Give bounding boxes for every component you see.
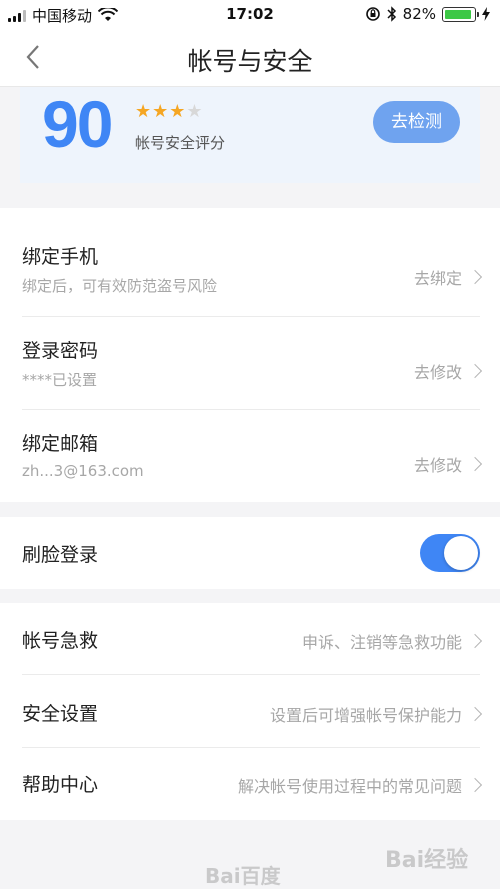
action-label: 去修改 bbox=[413, 456, 462, 475]
bluetooth-icon bbox=[387, 6, 396, 22]
help-center-row[interactable]: 帮助中心 解决帐号使用过程中的常见问题 bbox=[22, 770, 483, 797]
bind-phone-row[interactable]: 绑定手机 绑定后，可有效防范盗号风险 去绑定 bbox=[22, 242, 483, 296]
divider bbox=[22, 409, 480, 410]
row-action[interactable]: 解决帐号使用过程中的常见问题 bbox=[237, 773, 483, 797]
chevron-right-icon bbox=[467, 777, 483, 793]
chevron-right-icon bbox=[467, 269, 483, 285]
battery-icon bbox=[442, 6, 479, 22]
row-action[interactable]: 申诉、注销等急救功能 bbox=[301, 629, 483, 653]
status-right: 82% bbox=[365, 5, 490, 23]
charging-icon bbox=[482, 7, 490, 21]
battery-percent: 82% bbox=[402, 5, 436, 23]
chevron-right-icon bbox=[467, 633, 483, 649]
row-title: 绑定手机 bbox=[22, 246, 99, 268]
security-score: 90 bbox=[42, 87, 113, 161]
rotation-lock-icon bbox=[365, 7, 380, 21]
check-button[interactable]: 去检测 bbox=[373, 101, 460, 143]
toggle-knob bbox=[444, 536, 478, 570]
security-settings-row[interactable]: 安全设置 设置后可增强帐号保护能力 bbox=[22, 699, 483, 726]
row-subtitle: zh...3@163.com bbox=[22, 462, 144, 480]
star-rating: ★ ★ ★ ★ bbox=[135, 101, 203, 122]
star-icon: ★ bbox=[135, 101, 152, 122]
row-action[interactable]: 去修改 bbox=[413, 452, 483, 476]
star-empty-icon: ★ bbox=[186, 101, 203, 122]
chevron-right-icon bbox=[467, 456, 483, 472]
action-label: 去修改 bbox=[413, 363, 462, 382]
chevron-right-icon bbox=[467, 363, 483, 379]
face-login-toggle[interactable] bbox=[420, 534, 480, 572]
baidu-watermark: Bai百度 bbox=[205, 864, 281, 888]
chevron-right-icon bbox=[467, 706, 483, 722]
row-action[interactable]: 去修改 bbox=[413, 359, 483, 383]
row-subtitle: ****已设置 bbox=[22, 371, 98, 389]
divider bbox=[22, 674, 480, 675]
page-title: 帐号与安全 bbox=[187, 47, 313, 76]
row-title: 登录密码 bbox=[22, 340, 99, 362]
divider bbox=[22, 747, 480, 748]
account-rescue-row[interactable]: 帐号急救 申诉、注销等急救功能 bbox=[22, 626, 483, 653]
row-description: 设置后可增强帐号保护能力 bbox=[269, 706, 462, 725]
row-title: 绑定邮箱 bbox=[22, 433, 99, 455]
row-title: 刷脸登录 bbox=[22, 544, 99, 566]
row-description: 解决帐号使用过程中的常见问题 bbox=[237, 777, 462, 796]
bind-email-row[interactable]: 绑定邮箱 zh...3@163.com 去修改 bbox=[22, 429, 483, 480]
divider bbox=[22, 316, 480, 317]
nav-bar: 帐号与安全 bbox=[0, 30, 500, 87]
baidu-jingyan-watermark: Bai经验 bbox=[385, 848, 469, 873]
login-password-row[interactable]: 登录密码 ****已设置 去修改 bbox=[22, 336, 483, 390]
row-action[interactable]: 设置后可增强帐号保护能力 bbox=[269, 702, 483, 726]
face-login-panel: 刷脸登录 bbox=[0, 517, 500, 589]
binding-panel: 绑定手机 绑定后，可有效防范盗号风险 去绑定 登录密码 ****已设置 去修改 … bbox=[0, 208, 500, 502]
score-label: 帐号安全评分 bbox=[135, 134, 226, 152]
row-action[interactable]: 去绑定 bbox=[413, 265, 483, 289]
star-icon: ★ bbox=[152, 101, 169, 122]
face-login-row: 刷脸登录 bbox=[22, 540, 480, 567]
status-bar: 中国移动 17:02 82% bbox=[0, 0, 500, 30]
row-subtitle: 绑定后，可有效防范盗号风险 bbox=[22, 277, 218, 295]
star-icon: ★ bbox=[169, 101, 186, 122]
security-score-card: 90 ★ ★ ★ ★ 帐号安全评分 去检测 bbox=[20, 87, 480, 183]
action-label: 去绑定 bbox=[413, 269, 462, 288]
row-description: 申诉、注销等急救功能 bbox=[301, 633, 462, 652]
more-panel: 帐号急救 申诉、注销等急救功能 安全设置 设置后可增强帐号保护能力 帮助中心 解… bbox=[0, 603, 500, 820]
